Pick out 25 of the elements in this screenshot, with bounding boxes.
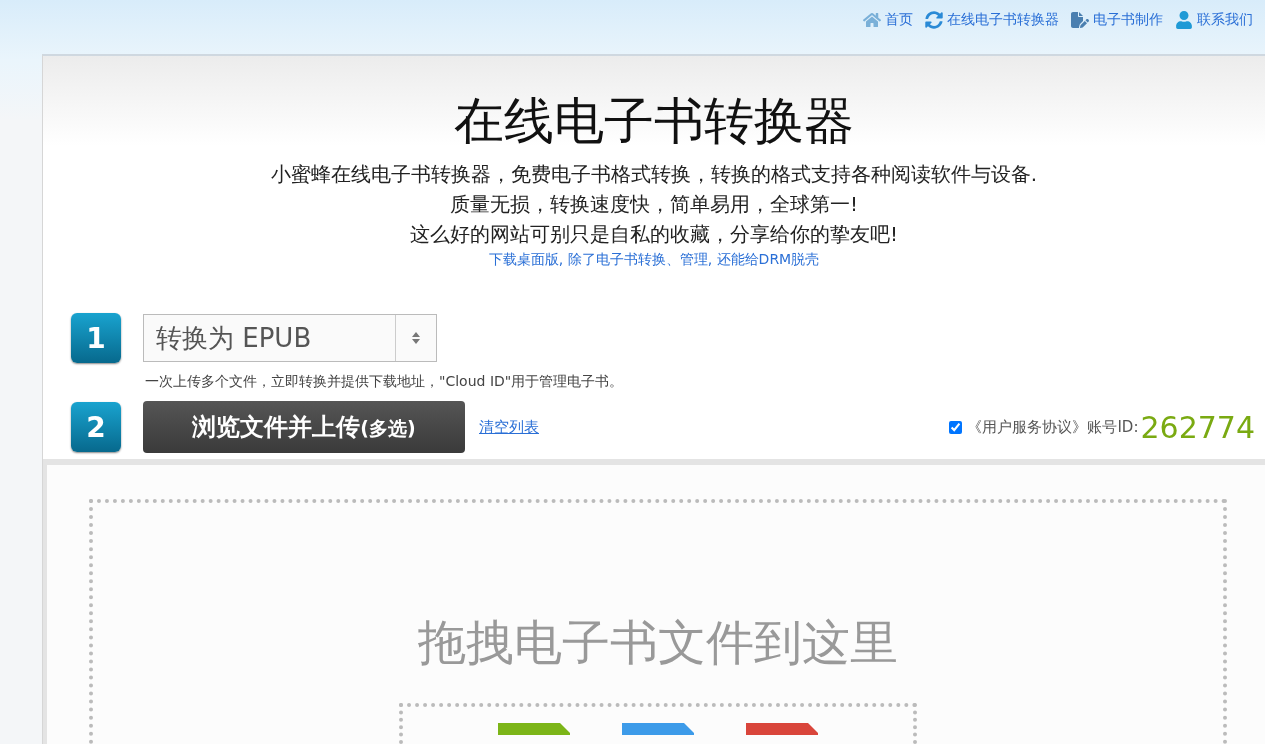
drop-zone[interactable]: 拖拽电子书文件到这里 [89,499,1227,744]
nav-link[interactable]: 电子书制作 [1071,8,1163,32]
agreement-label: 《用户服务协议》账号ID: [967,417,1139,437]
page-title: 在线电子书转换器 [454,91,854,152]
refresh-icon [925,11,943,29]
agreement-checkbox[interactable] [949,420,963,434]
step-number: 2 [71,402,121,452]
format-select[interactable]: 转换为 EPUB [143,314,437,362]
clear-list-link[interactable]: 清空列表 [479,417,539,437]
drop-text: 拖拽电子书文件到这里 [418,613,898,672]
intro-text: 质量无损，转换速度快，简单易用，全球第一! [450,191,858,218]
updown-caret-icon [412,332,420,344]
home-icon [863,11,881,29]
user-icon [1175,11,1193,29]
upload-button[interactable]: 浏览文件并上传(多选) [143,401,465,453]
nav-link[interactable]: 首页 [863,8,913,32]
nav-link[interactable]: 联系我们 [1175,8,1253,32]
intro-text: 小蜜蜂在线电子书转换器，免费电子书格式转换，转换的格式支持各种阅读软件与设备. [270,161,1038,188]
document-pen-icon [1071,11,1089,29]
nav-link[interactable]: 在线电子书转换器 [925,8,1059,32]
download-link[interactable]: 下载桌面版, 除了电子书转换、管理, 还能给DRM脱壳 [488,251,820,269]
intro-text: 这么好的网站可别只是自私的收藏，分享给你的挚友吧! [410,221,898,248]
step-number: 1 [71,313,121,363]
account-id: 262774 [1140,409,1255,445]
upload-hint: 一次上传多个文件，立即转换并提供下载地址，"Cloud ID"用于管理电子书。 [145,373,625,391]
